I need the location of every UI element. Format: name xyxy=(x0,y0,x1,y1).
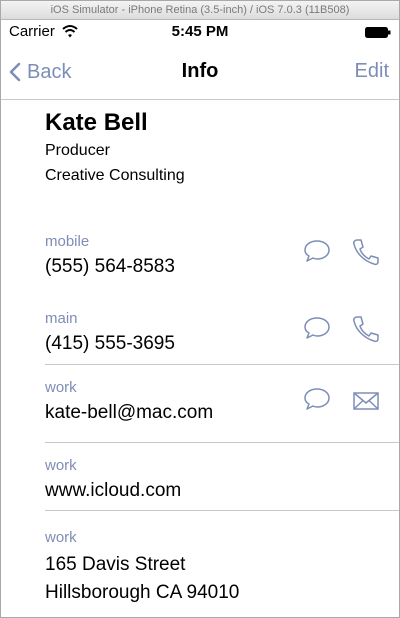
field-label: work xyxy=(45,379,77,396)
navigation-bar: Back Info Edit xyxy=(1,44,399,100)
field-label: mobile xyxy=(45,233,90,250)
simulator-window: iOS Simulator - iPhone Retina (3.5-inch)… xyxy=(0,0,400,618)
address-line-1: 165 Davis Street xyxy=(45,554,186,575)
message-icon[interactable] xyxy=(303,387,331,411)
status-time: 5:45 PM xyxy=(171,23,229,40)
field-label: main xyxy=(45,310,78,327)
separator xyxy=(45,364,399,365)
message-icon[interactable] xyxy=(303,316,331,340)
phone-icon[interactable] xyxy=(351,238,381,266)
contact-company: Creative Consulting xyxy=(45,167,185,184)
simulator-titlebar: iOS Simulator - iPhone Retina (3.5-inch)… xyxy=(1,1,399,20)
battery-icon xyxy=(365,27,391,38)
separator xyxy=(45,510,399,511)
url-row-work[interactable]: work www.icloud.com xyxy=(1,453,399,509)
contact-name: Kate Bell xyxy=(45,109,148,136)
email-row-work[interactable]: work kate-bell@mac.com xyxy=(1,375,399,437)
field-label: work xyxy=(45,529,77,546)
contact-job-title: Producer xyxy=(45,142,110,159)
address-row-work[interactable]: work 165 Davis Street Hillsborough CA 94… xyxy=(1,525,399,609)
message-icon[interactable] xyxy=(303,239,331,263)
phone-row-main[interactable]: main (415) 555-3695 xyxy=(1,306,399,368)
field-label: work xyxy=(45,457,77,474)
phone-icon[interactable] xyxy=(351,315,381,343)
field-value: (415) 555-3695 xyxy=(45,333,175,354)
field-value: (555) 564-8583 xyxy=(45,256,175,277)
status-bar: Carrier 5:45 PM xyxy=(1,20,399,44)
field-value: www.icloud.com xyxy=(45,480,182,501)
separator xyxy=(45,442,399,443)
contact-header: Kate Bell Producer Creative Consulting xyxy=(45,109,185,187)
edit-button[interactable]: Edit xyxy=(355,60,389,83)
mail-icon[interactable] xyxy=(353,392,379,410)
address-line-2: Hillsborough CA 94010 xyxy=(45,582,240,603)
field-value: kate-bell@mac.com xyxy=(45,402,214,423)
page-title: Info xyxy=(181,60,219,82)
phone-row-mobile[interactable]: mobile (555) 564-8583 xyxy=(1,229,399,291)
